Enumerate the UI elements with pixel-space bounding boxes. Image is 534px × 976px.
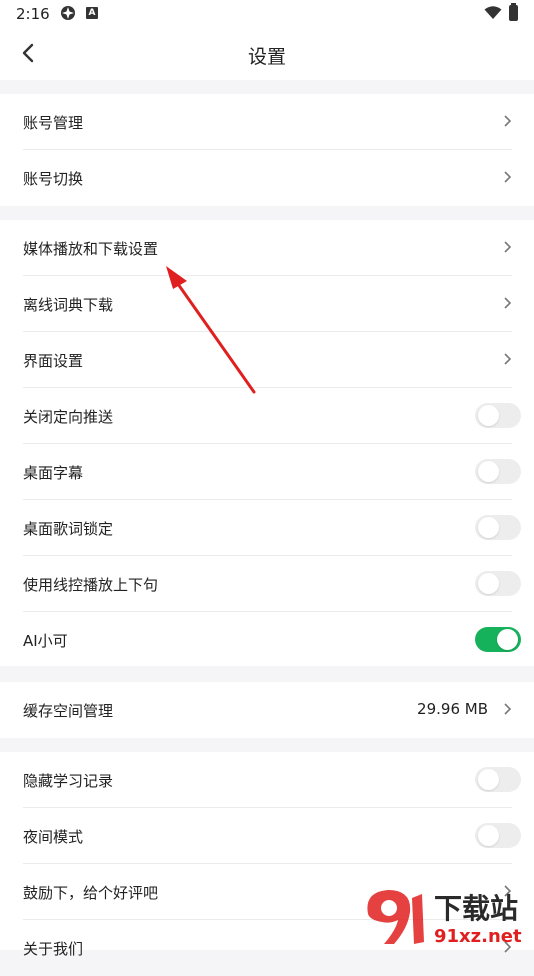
row-label: 关于我们 bbox=[23, 940, 84, 958]
settings-row-night-mode: 夜间模式 bbox=[0, 808, 534, 864]
ai-xiaoke-toggle[interactable] bbox=[475, 627, 521, 652]
settings-row-interface[interactable]: 界面设置 bbox=[0, 332, 534, 388]
app-header: 设置 bbox=[0, 28, 534, 80]
chevron-right-icon bbox=[504, 703, 512, 715]
row-label: 关闭定向推送 bbox=[23, 408, 114, 426]
chevron-right-icon bbox=[504, 115, 512, 127]
font-notification-icon: A bbox=[86, 7, 98, 19]
row-label: 媒体播放和下载设置 bbox=[23, 240, 159, 258]
desktop-subtitle-toggle[interactable] bbox=[475, 459, 521, 484]
wire-control-toggle[interactable] bbox=[475, 571, 521, 596]
row-label: 夜间模式 bbox=[23, 828, 84, 846]
targeted-push-toggle[interactable] bbox=[475, 403, 521, 428]
settings-row-media-download[interactable]: 媒体播放和下载设置 bbox=[0, 220, 534, 276]
toggle-knob bbox=[478, 769, 499, 790]
watermark-title: 下载站 bbox=[434, 892, 518, 925]
toggle-knob bbox=[478, 517, 499, 538]
chevron-right-icon bbox=[504, 241, 512, 253]
row-label: 桌面字幕 bbox=[23, 464, 84, 482]
toggle-knob bbox=[478, 573, 499, 594]
row-label: AI小可 bbox=[23, 632, 68, 650]
site-watermark-logo: 下载站 91xz.net bbox=[367, 890, 522, 947]
settings-row-cache-management[interactable]: 缓存空间管理 29.96 MB bbox=[0, 682, 534, 738]
hide-study-record-toggle[interactable] bbox=[475, 767, 521, 792]
night-mode-toggle[interactable] bbox=[475, 823, 521, 848]
settings-group-cache: 缓存空间管理 29.96 MB bbox=[0, 682, 534, 738]
toggle-knob bbox=[478, 405, 499, 426]
settings-row-ai-xiaoke: AI小可 bbox=[0, 612, 534, 668]
settings-row-wire-control: 使用线控播放上下句 bbox=[0, 556, 534, 612]
chevron-right-icon bbox=[504, 353, 512, 365]
status-time: 2:16 bbox=[16, 5, 50, 23]
chevron-right-icon bbox=[504, 297, 512, 309]
settings-row-desktop-subtitle: 桌面字幕 bbox=[0, 444, 534, 500]
app-notification-icon bbox=[61, 6, 75, 20]
row-label: 账号切换 bbox=[23, 170, 84, 188]
toggle-knob bbox=[478, 461, 499, 482]
page-title: 设置 bbox=[247, 46, 286, 68]
status-bar: 2:16 A bbox=[0, 0, 534, 28]
row-label: 缓存空间管理 bbox=[23, 702, 114, 720]
settings-row-offline-dictionary[interactable]: 离线词典下载 bbox=[0, 276, 534, 332]
toggle-knob bbox=[497, 629, 518, 650]
watermark-url: 91xz.net bbox=[434, 926, 522, 947]
settings-group-general: 媒体播放和下载设置 离线词典下载 界面设置 关闭定向推送 桌面字幕 桌面歌词锁定… bbox=[0, 220, 534, 666]
row-label: 离线词典下载 bbox=[23, 296, 114, 314]
cache-size-value: 29.96 MB bbox=[417, 700, 488, 718]
row-label: 桌面歌词锁定 bbox=[23, 520, 114, 538]
battery-icon bbox=[509, 3, 518, 21]
chevron-right-icon bbox=[504, 171, 512, 183]
settings-row-desktop-lyrics-lock: 桌面歌词锁定 bbox=[0, 500, 534, 556]
row-label: 界面设置 bbox=[23, 352, 84, 370]
settings-row-targeted-push: 关闭定向推送 bbox=[0, 388, 534, 444]
settings-row-account-switch[interactable]: 账号切换 bbox=[0, 150, 534, 206]
row-label: 鼓励下，给个好评吧 bbox=[23, 884, 159, 902]
row-label: 隐藏学习记录 bbox=[23, 772, 114, 790]
toggle-knob bbox=[478, 825, 499, 846]
row-label: 使用线控播放上下句 bbox=[23, 576, 159, 594]
settings-row-hide-study-record: 隐藏学习记录 bbox=[0, 752, 534, 808]
row-label: 账号管理 bbox=[23, 114, 84, 132]
settings-group-account: 账号管理 账号切换 bbox=[0, 94, 534, 206]
settings-row-account-management[interactable]: 账号管理 bbox=[0, 94, 534, 150]
wifi-icon bbox=[484, 6, 502, 19]
desktop-lyrics-lock-toggle[interactable] bbox=[475, 515, 521, 540]
